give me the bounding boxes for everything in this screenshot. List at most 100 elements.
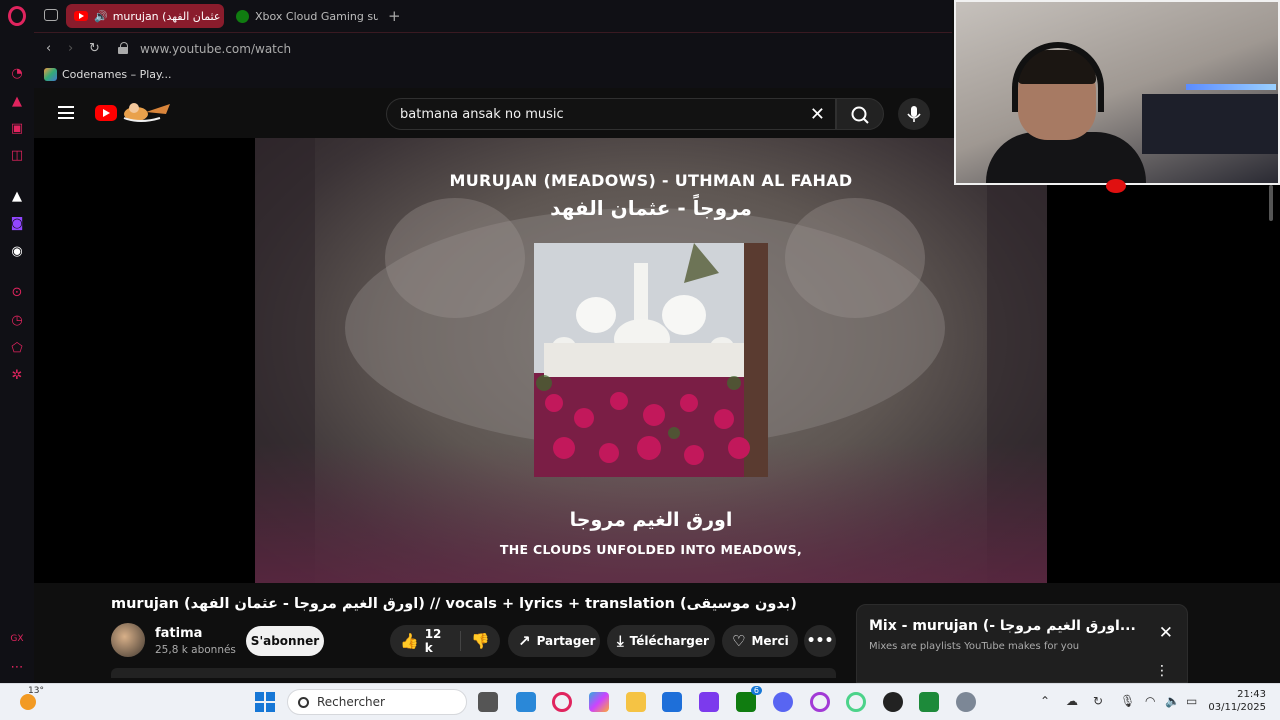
widgets-icon[interactable] [516, 692, 536, 712]
dislike-button[interactable]: 👎 [461, 632, 500, 650]
task-view-icon[interactable] [478, 692, 498, 712]
taskbar-search[interactable]: Rechercher [287, 689, 467, 715]
video-overlay-title-arabic: مروجاً - عثمان الفهد [550, 196, 752, 220]
menu-icon[interactable] [58, 106, 74, 119]
battery-icon[interactable]: ▭ [1186, 694, 1197, 708]
bookmark-item[interactable]: Codenames – Play... [44, 68, 171, 81]
player-icon[interactable]: ⊙ [8, 283, 26, 301]
news-icon[interactable]: ◫ [8, 146, 26, 164]
back-icon[interactable]: ‹ [46, 41, 51, 56]
headset [1012, 42, 1104, 112]
extensions-icon[interactable]: ⬠ [8, 339, 26, 357]
search-query: batmana ansak no music [400, 107, 564, 122]
thanks-button[interactable]: ♡ Merci [722, 625, 798, 657]
search-icon [851, 106, 869, 124]
screen: ◔ ▲ ▣ ◫ ▲ ◙ ◉ ⊙ ◷ ⬠ ✲ GX ⋯ 🔊 murujan (عث… [0, 0, 1280, 720]
weather-icon [20, 694, 36, 710]
subscriber-count: 25,8 k abonnés [155, 644, 236, 656]
opera-gx-icon[interactable] [810, 692, 830, 712]
xbox-icon[interactable]: 6 [736, 686, 762, 712]
start-button[interactable] [255, 692, 275, 712]
clock[interactable]: 21:43 03/11/2025 [1206, 688, 1266, 714]
tab-title: murujan (عثمان الفهد - [112, 9, 224, 23]
microphone-icon [907, 106, 921, 122]
history-icon[interactable]: ◷ [8, 311, 26, 329]
lock-icon[interactable] [118, 42, 128, 54]
clear-icon[interactable]: ✕ [810, 104, 825, 125]
volume-icon[interactable]: 🔈 [1165, 694, 1180, 708]
more-actions-icon[interactable]: ••• [804, 625, 836, 657]
wifi-icon[interactable]: ◠ [1145, 694, 1155, 708]
discord-taskbar-icon[interactable] [773, 692, 793, 712]
like-button[interactable]: 👍 12 k [390, 627, 462, 655]
like-dislike-group: 👍 12 k 👎 [390, 625, 500, 657]
terminal-icon[interactable] [919, 692, 939, 712]
aria-icon[interactable]: ▲ [8, 187, 26, 205]
cloud-icon[interactable]: ☁ [1066, 694, 1078, 708]
gaming-icon[interactable]: ▣ [8, 119, 26, 137]
vertical-more-icon[interactable]: ⋮ [1155, 663, 1169, 679]
tab-title: Xbox Cloud Gaming sur X [255, 9, 378, 23]
notification-badge: 6 [750, 686, 762, 695]
twitch-icon[interactable]: ◙ [8, 214, 26, 232]
tab-youtube[interactable]: 🔊 murujan (عثمان الفهد - [66, 4, 224, 28]
settings-taskbar-icon[interactable] [956, 692, 976, 712]
doodle-icon[interactable] [120, 100, 174, 124]
url-field[interactable]: www.youtube.com/watch [140, 42, 291, 56]
download-label: Télécharger [629, 634, 709, 648]
tab-manager-icon[interactable] [44, 9, 58, 21]
address-bar: ‹ › ↻ www.youtube.com/watch [34, 32, 952, 64]
download-icon: ⤓ [617, 632, 624, 650]
copilot-icon[interactable] [589, 692, 609, 712]
voice-search-button[interactable] [898, 98, 930, 130]
download-button[interactable]: ⤓ Télécharger [607, 625, 715, 657]
share-icon: ↗ [518, 632, 531, 650]
settings-icon[interactable]: ✲ [8, 366, 26, 384]
new-tab-icon[interactable]: + [388, 7, 401, 25]
app-icon[interactable] [699, 692, 719, 712]
like-count: 12 k [424, 627, 442, 655]
channel-name[interactable]: fatima [155, 626, 202, 641]
opera-sidebar: ◔ ▲ ▣ ◫ ▲ ◙ ◉ ⊙ ◷ ⬠ ✲ GX ⋯ [0, 0, 34, 683]
search-icon [298, 696, 309, 708]
discord-icon[interactable]: ◉ [8, 242, 26, 260]
share-button[interactable]: ↗ Partager [508, 625, 600, 657]
opera-taskbar-icon[interactable] [552, 692, 572, 712]
mix-title: Mix - murujan (- اورق الغيم مروجا... [869, 618, 1136, 634]
gx-icon[interactable]: GX [8, 630, 26, 648]
xbox-favicon-icon [236, 9, 249, 23]
close-icon[interactable]: ✕ [1159, 623, 1173, 643]
opera-logo-icon[interactable] [8, 6, 26, 26]
bookmark-label: Codenames – Play... [62, 68, 172, 81]
obs-icon[interactable] [883, 692, 903, 712]
channel-avatar[interactable] [111, 623, 145, 657]
bookmarks-bar: Codenames – Play... [34, 64, 952, 88]
description-box[interactable] [111, 668, 836, 678]
webcam-overlay [954, 0, 1280, 185]
file-explorer-icon[interactable] [626, 692, 646, 712]
page-scrollbar[interactable] [1269, 185, 1273, 221]
speed-dial-icon[interactable]: ◔ [8, 64, 26, 82]
forward-icon[interactable]: › [68, 41, 73, 56]
subscribe-button[interactable]: S'abonner [246, 626, 324, 656]
more-icon[interactable]: ⋯ [8, 658, 26, 676]
reload-icon[interactable]: ↻ [89, 41, 100, 56]
search-button[interactable] [836, 98, 884, 130]
codenames-favicon-icon [44, 68, 57, 81]
time: 21:43 [1237, 689, 1266, 700]
video-title: murujan (اورق الغيم مروجا - عثمان الفهد)… [111, 596, 797, 612]
ai-icon[interactable]: ▲ [8, 92, 26, 110]
lyric-line-arabic: اورق الغيم مروجا [569, 509, 733, 531]
thumbs-up-icon: 👍 [400, 632, 419, 650]
mix-playlist-panel[interactable]: Mix - murujan (- اورق الغيم مروجا... Mix… [856, 604, 1188, 683]
youtube-logo-icon[interactable] [95, 105, 117, 121]
video-player[interactable]: MURUJAN (MEADOWS) - UTHMAN AL FAHAD مروج… [255, 138, 1047, 583]
mic-tray-icon[interactable]: 🎙 [1120, 694, 1135, 708]
opera-air-icon[interactable] [846, 692, 866, 712]
chevron-up-icon[interactable]: ⌃ [1040, 694, 1050, 708]
sync-icon[interactable]: ↻ [1093, 694, 1103, 708]
tab-xbox[interactable]: Xbox Cloud Gaming sur X [228, 4, 378, 28]
search-input[interactable]: batmana ansak no music ✕ [386, 98, 836, 130]
speaker-icon[interactable]: 🔊 [94, 10, 108, 23]
store-icon[interactable] [662, 692, 682, 712]
